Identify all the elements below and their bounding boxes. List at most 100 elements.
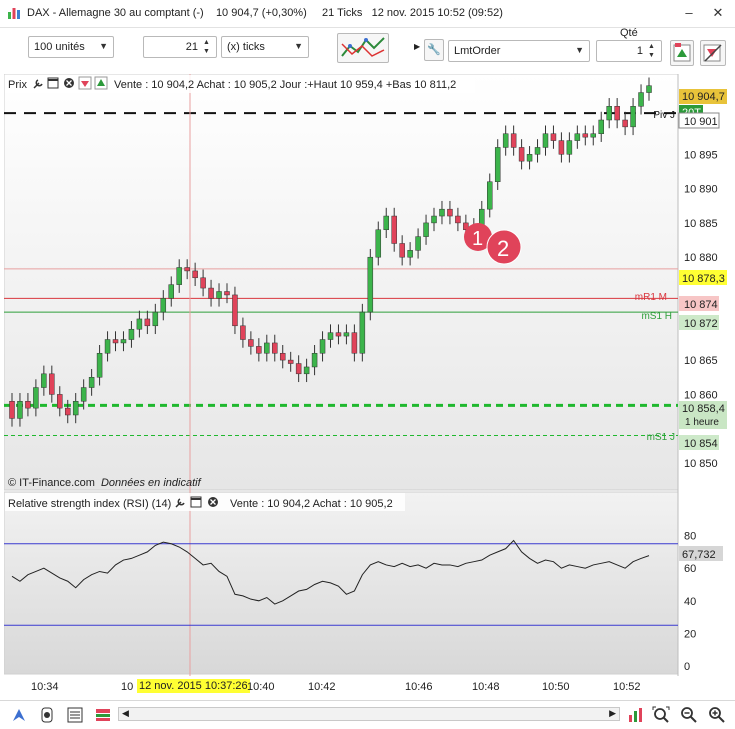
svg-text:1: 1 xyxy=(472,228,483,250)
rsi-panel xyxy=(4,491,679,675)
candle-body xyxy=(526,154,533,162)
time-label: 10:52 xyxy=(613,681,641,693)
title-bar: DAX - Allemagne 30 au comptant (-) 10 90… xyxy=(0,0,735,28)
price-axis xyxy=(679,74,735,676)
price-axis-label: 10 860 xyxy=(684,389,718,401)
arrow-up-icon[interactable] xyxy=(94,76,108,90)
stepper-down-icon[interactable]: ▼ xyxy=(648,51,658,60)
price-panel-label: Prix xyxy=(8,79,27,91)
candle-body xyxy=(574,133,581,141)
scroll-right-icon[interactable]: ▶ xyxy=(609,708,616,719)
candle-body xyxy=(542,133,549,148)
candle-body xyxy=(502,133,509,148)
window-title: DAX - Allemagne 30 au comptant (-) 10 90… xyxy=(27,7,503,19)
minimize-button[interactable]: – xyxy=(679,4,699,22)
candle-body xyxy=(80,387,87,402)
zoom-fit-icon[interactable] xyxy=(652,706,670,724)
list-icon[interactable] xyxy=(66,706,84,724)
svg-text:10 878,3: 10 878,3 xyxy=(682,273,725,285)
candle-body xyxy=(41,373,47,388)
indicators-icon[interactable] xyxy=(94,706,112,724)
stepper-up-icon[interactable]: ▲ xyxy=(203,38,213,47)
rsi-axis-label: 80 xyxy=(684,531,696,543)
candle-body xyxy=(232,294,238,327)
sell-order-icon xyxy=(703,44,722,62)
candle-body xyxy=(319,339,326,354)
candle-body xyxy=(17,401,23,419)
scroll-left-icon[interactable]: ◀ xyxy=(122,708,129,719)
candle-body xyxy=(295,363,302,375)
candle-body xyxy=(49,373,55,395)
candle-body xyxy=(264,342,270,354)
candle-body xyxy=(248,339,254,347)
candle-body xyxy=(160,298,167,313)
candle-body xyxy=(279,352,286,361)
volume-icon[interactable] xyxy=(626,706,644,724)
sell-order-button[interactable] xyxy=(700,40,726,66)
strategy-button[interactable] xyxy=(337,33,389,63)
ticks-mode-select[interactable]: (x) ticks ▼ xyxy=(221,36,309,58)
candle-body xyxy=(176,267,182,285)
time-label: 10:50 xyxy=(542,681,570,693)
price-axis-label: 10 890 xyxy=(684,184,718,196)
bottom-toolbar: ◀ ▶ xyxy=(0,700,735,729)
time-label: 10:40 xyxy=(247,681,275,693)
candle-body xyxy=(439,208,445,217)
cursor-icon[interactable] xyxy=(10,706,28,724)
candle-body xyxy=(184,267,190,272)
candle-body xyxy=(224,291,230,296)
time-label: 10:42 xyxy=(308,681,336,693)
ticks-stepper[interactable]: 21 ▲ ▼ xyxy=(143,36,217,58)
candle-body xyxy=(287,359,294,364)
candle-body xyxy=(494,147,501,182)
timer-icon[interactable] xyxy=(38,706,56,724)
zoom-out-icon[interactable] xyxy=(680,706,698,724)
svg-text:10 858,4: 10 858,4 xyxy=(682,403,725,415)
price-axis-label: 10 880 xyxy=(684,252,718,264)
candle-body xyxy=(33,387,39,409)
candle-body xyxy=(168,284,174,299)
buy-order-button[interactable] xyxy=(670,40,694,66)
stepper-down-icon[interactable]: ▼ xyxy=(203,47,213,56)
chevron-down-icon: ▼ xyxy=(294,41,303,51)
stepper-up-icon[interactable]: ▲ xyxy=(648,42,658,51)
time-scrollbar[interactable]: ◀ ▶ xyxy=(118,707,620,721)
chevron-down-icon: ▼ xyxy=(575,45,584,55)
candle-body xyxy=(152,311,159,327)
arrow-down-icon[interactable] xyxy=(78,76,92,90)
candle-body xyxy=(423,222,429,237)
candle-body xyxy=(447,208,453,217)
candle-body xyxy=(622,119,628,128)
units-select[interactable]: 100 unités ▼ xyxy=(28,36,114,58)
zoom-in-icon[interactable] xyxy=(708,706,726,724)
time-label: 10:48 xyxy=(472,681,500,693)
candle-body xyxy=(590,133,597,138)
candle-body xyxy=(272,342,278,354)
buy-order-icon xyxy=(673,43,691,62)
candle-body xyxy=(415,236,421,251)
rsi-axis-label: 0 xyxy=(684,661,690,673)
candle-body xyxy=(431,215,437,224)
candle-body xyxy=(558,140,565,155)
svg-text:10 854: 10 854 xyxy=(684,438,718,450)
order-settings-button[interactable]: 🔧 xyxy=(424,39,444,61)
expand-arrow-icon[interactable]: ▶ xyxy=(414,42,420,51)
candle-body xyxy=(399,243,405,258)
svg-text:10 904,7: 10 904,7 xyxy=(682,91,725,103)
close-icon[interactable] xyxy=(64,78,74,88)
price-axis-label: 10 895 xyxy=(684,149,718,161)
svg-text:10 874: 10 874 xyxy=(684,299,718,311)
candle-body xyxy=(606,106,612,121)
qty-stepper[interactable]: 1 ▲ ▼ xyxy=(596,40,662,62)
price-axis-label: 10 850 xyxy=(684,458,718,470)
price-axis-label: 10 865 xyxy=(684,355,718,367)
close-window-button[interactable]: ✕ xyxy=(708,4,728,22)
close-icon[interactable] xyxy=(208,497,218,507)
candle-body xyxy=(383,215,389,231)
candle-body xyxy=(391,215,397,244)
order-type-select[interactable]: LmtOrder ▼ xyxy=(448,40,590,62)
chart-area[interactable]: Prix Vente : 10 904,2 Achat : 10 905,2 J… xyxy=(4,74,735,676)
candle-body xyxy=(256,346,262,354)
ms1j-label: mS1 J xyxy=(647,432,675,443)
candle-body xyxy=(646,85,652,93)
